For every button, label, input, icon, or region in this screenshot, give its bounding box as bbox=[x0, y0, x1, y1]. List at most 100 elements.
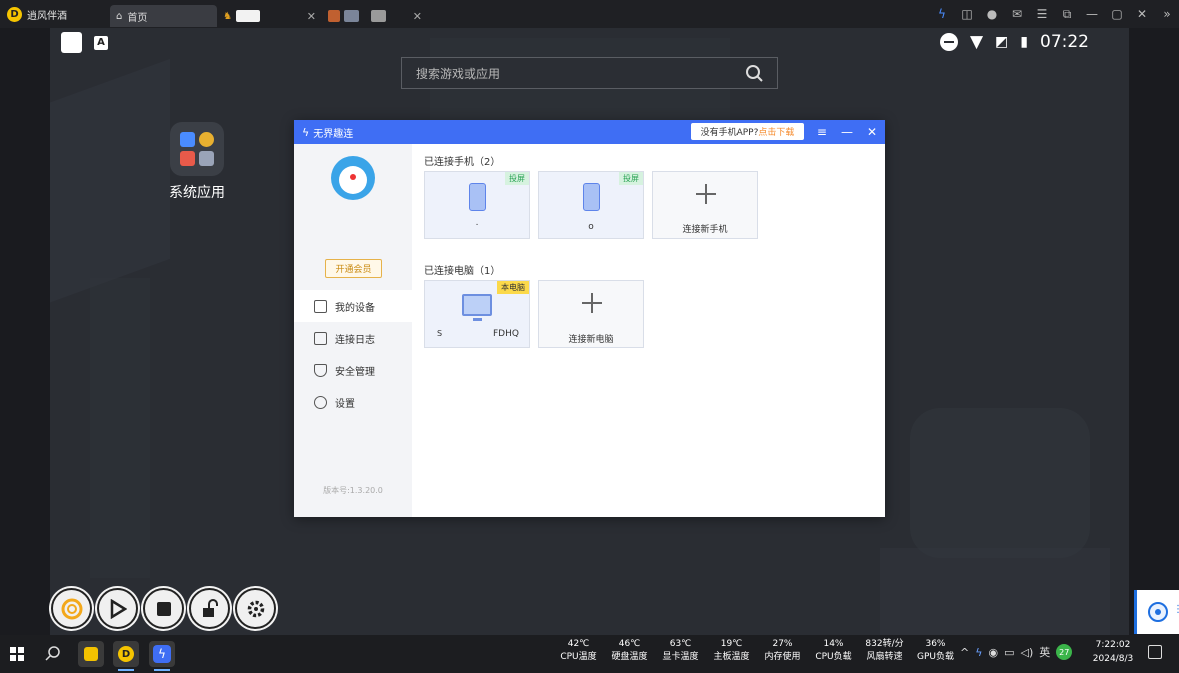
qq-icon[interactable]: ◉ bbox=[988, 646, 998, 659]
mail-icon[interactable]: ✉ bbox=[1011, 7, 1023, 21]
sidebar-item-log[interactable]: 连接日志 bbox=[294, 322, 412, 354]
tab-close-icon[interactable]: ✕ bbox=[307, 10, 316, 23]
folder-label: 系统应用 bbox=[169, 185, 225, 201]
swirl-app-button[interactable] bbox=[51, 588, 92, 629]
more-icon[interactable]: ⋮ bbox=[1173, 604, 1179, 620]
maximize-icon[interactable]: ▢ bbox=[1111, 7, 1123, 21]
tab-close-icon[interactable]: ✕ bbox=[413, 10, 422, 23]
play-button[interactable] bbox=[97, 588, 138, 629]
tab-2[interactable]: ♞ ✕ bbox=[217, 5, 322, 27]
close-icon[interactable]: ✕ bbox=[867, 125, 877, 139]
play-icon bbox=[110, 598, 127, 619]
no-sim-icon: ◩ bbox=[995, 34, 1009, 50]
restore-icon[interactable]: ⧉ bbox=[1061, 7, 1073, 22]
plus-icon bbox=[696, 184, 716, 204]
settings-button[interactable] bbox=[235, 588, 276, 629]
search-icon[interactable] bbox=[45, 645, 61, 661]
avatar[interactable] bbox=[331, 156, 375, 200]
taskbar-app-wujie[interactable]: ϟ bbox=[149, 641, 175, 671]
ime-indicator[interactable]: 英 bbox=[1039, 644, 1050, 660]
windows-start-icon[interactable] bbox=[10, 647, 24, 661]
bolt-icon[interactable]: ϟ bbox=[936, 7, 948, 21]
pcs-section-title: 已连接电脑（1） bbox=[424, 266, 501, 277]
pc-card[interactable]: 本电脑 S FDHQ bbox=[424, 280, 530, 348]
phone-card[interactable]: 投屏 o bbox=[538, 171, 644, 239]
notification-square-icon bbox=[61, 32, 82, 53]
hardware-metrics: 42℃ CPU温度 46℃ 硬盘温度 63℃ 显卡温度 19℃ 主板温度 27% 内存使用… bbox=[553, 638, 961, 664]
user-icon[interactable]: ● bbox=[986, 7, 998, 21]
folder-icon[interactable] bbox=[170, 122, 224, 176]
metric-cpu-load: 14% CPU负载 bbox=[815, 639, 852, 662]
app-brand: D 逍风伴酒 bbox=[0, 6, 110, 22]
version-text: 版本号:1.3.20.0 bbox=[323, 486, 383, 495]
phone-card[interactable]: 投屏 . bbox=[424, 171, 530, 239]
dialog-window-controls: ≡ — ✕ bbox=[817, 120, 877, 144]
stop-icon bbox=[156, 601, 171, 616]
devices-icon bbox=[314, 299, 327, 313]
bolt-tray-icon[interactable]: ϟ bbox=[975, 646, 982, 659]
cast-badge: 投屏 bbox=[619, 172, 643, 185]
log-icon bbox=[314, 331, 327, 345]
metric-fan-speed: 832转/分 风扇转速 bbox=[865, 639, 904, 662]
close-icon[interactable]: ✕ bbox=[1136, 7, 1148, 21]
clock-time: 7:22:02 bbox=[1095, 640, 1131, 650]
download-text: 没有手机APP? bbox=[700, 128, 759, 138]
home-icon: ⌂ bbox=[116, 10, 123, 22]
app-icon bbox=[180, 151, 195, 166]
search-input[interactable]: 搜索游戏或应用 bbox=[401, 57, 778, 89]
metric-cpu-temp: 42℃ CPU温度 bbox=[560, 639, 597, 662]
notification-center-icon[interactable] bbox=[1148, 645, 1162, 659]
metric-board-temp: 19℃ 主板温度 bbox=[713, 639, 750, 662]
chevron-up-icon[interactable]: ^ bbox=[960, 646, 969, 659]
gear-icon bbox=[247, 600, 264, 617]
add-phone-card[interactable]: 连接新手机 bbox=[652, 171, 758, 239]
vip-button[interactable]: 开通会员 bbox=[325, 259, 382, 278]
unlock-button[interactable] bbox=[189, 588, 230, 629]
dialog-sidebar: 开通会员 我的设备 连接日志 安全管理 设置 版本号:1.3.20.0 bbox=[294, 144, 412, 517]
add-pc-card[interactable]: 连接新电脑 bbox=[538, 280, 644, 348]
tray-badge-icon[interactable]: 27 bbox=[1056, 644, 1073, 660]
cast-badge: 投屏 bbox=[505, 172, 529, 185]
pc-caption-left: S bbox=[437, 329, 443, 338]
window-tools: ϟ ◫ ● ✉ ☰ ⧉ — ▢ ✕ » bbox=[936, 0, 1173, 28]
plus-icon bbox=[582, 293, 602, 313]
chevron-double-icon[interactable]: » bbox=[1161, 7, 1173, 21]
dialog-titlebar: ϟ 无界趣连 没有手机APP? 点击下载 ≡ — ✕ bbox=[294, 120, 885, 144]
phone-icon bbox=[583, 183, 600, 211]
sidebar-nav: 我的设备 连接日志 安全管理 设置 bbox=[294, 290, 412, 418]
minimize-icon[interactable]: — bbox=[841, 125, 853, 139]
tab-home[interactable]: ⌂ 首页 bbox=[110, 5, 217, 27]
volume-icon[interactable]: ◁) bbox=[1021, 646, 1034, 659]
dnd-icon bbox=[939, 33, 958, 51]
tab-favicon-icon bbox=[328, 10, 340, 22]
sidebar-item-label: 设置 bbox=[335, 398, 355, 410]
search-icon[interactable] bbox=[745, 64, 763, 82]
sidebar-item-security[interactable]: 安全管理 bbox=[294, 354, 412, 386]
windows-taskbar: D ϟ 42℃ CPU温度 46℃ 硬盘温度 63℃ 显卡温度 19℃ 主板温度 27%… bbox=[0, 635, 1179, 673]
swirl-icon bbox=[61, 598, 82, 619]
gamepad-icon[interactable]: ◫ bbox=[961, 7, 973, 21]
stop-button[interactable] bbox=[143, 588, 184, 629]
system-apps-folder[interactable]: 系统应用 bbox=[162, 122, 232, 202]
menu-icon[interactable]: ≡ bbox=[817, 125, 827, 139]
sidebar-item-label: 我的设备 bbox=[335, 302, 375, 314]
minimize-icon[interactable]: — bbox=[1086, 7, 1098, 21]
taskbar-app-emulator[interactable]: D bbox=[113, 641, 139, 671]
active-indicator bbox=[118, 669, 134, 671]
wujie-dialog: ϟ 无界趣连 没有手机APP? 点击下载 ≡ — ✕ 开通会员 我的设备 连接日… bbox=[294, 120, 885, 517]
clock-date: 2024/8/3 bbox=[1092, 654, 1134, 664]
tab-2-label bbox=[235, 10, 260, 22]
dialog-main: 已连接手机（2） 投屏 . 投屏 o 连接新手机 已连接电脑（1） 本电脑 S … bbox=[412, 144, 885, 517]
tab-3[interactable]: ✕ bbox=[322, 5, 428, 27]
download-app-button[interactable]: 没有手机APP? 点击下载 bbox=[691, 123, 804, 140]
left-margin bbox=[0, 28, 50, 635]
active-indicator bbox=[154, 669, 170, 671]
sidebar-item-my-devices[interactable]: 我的设备 bbox=[294, 290, 412, 322]
taskbar-clock[interactable]: 7:22:02 2024/8/3 bbox=[1088, 638, 1138, 666]
download-link[interactable]: 点击下载 bbox=[758, 125, 794, 138]
taskbar-app-yellow[interactable] bbox=[78, 641, 104, 667]
network-icon[interactable]: ▭ bbox=[1004, 646, 1014, 659]
sidebar-item-settings[interactable]: 设置 bbox=[294, 386, 412, 418]
floating-assistant[interactable]: ⋮ bbox=[1134, 590, 1179, 634]
menu-icon[interactable]: ☰ bbox=[1036, 7, 1048, 21]
